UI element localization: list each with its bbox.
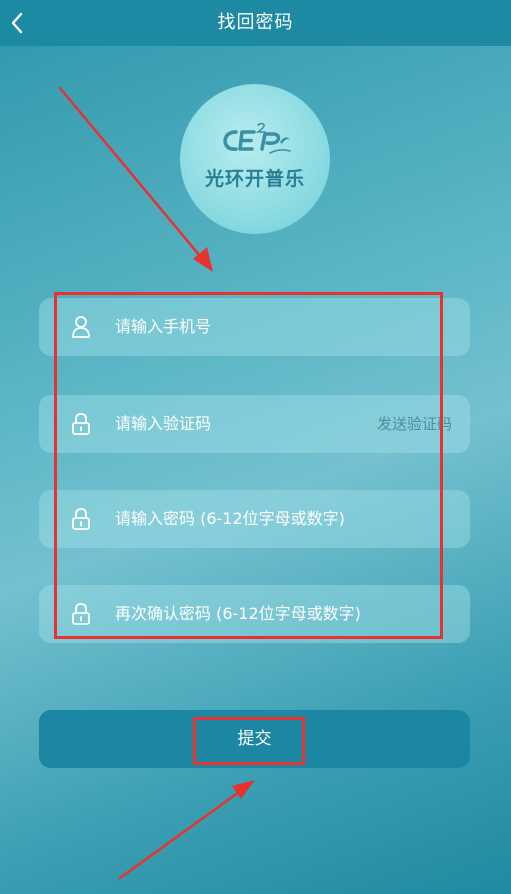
brand-logo: 光环开普乐 (180, 84, 330, 234)
confirm-password-field[interactable]: 再次确认密码 (6-12位字母或数字) (39, 585, 470, 643)
lock-icon (72, 413, 90, 435)
password-input[interactable]: 请输入密码 (6-12位字母或数字) (115, 490, 345, 548)
confirm-password-input[interactable]: 再次确认密码 (6-12位字母或数字) (115, 585, 361, 643)
page-title: 找回密码 (217, 12, 294, 33)
password-field[interactable]: 请输入密码 (6-12位字母或数字) (39, 490, 470, 548)
send-code-button[interactable]: 发送验证码 (377, 395, 452, 453)
code-input[interactable]: 请输入验证码 (115, 395, 211, 453)
phone-input[interactable]: 请输入手机号 (115, 298, 211, 356)
user-icon (72, 316, 90, 338)
lock-icon (72, 508, 90, 530)
lock-icon (72, 603, 90, 625)
top-bar: 找回密码 (0, 0, 511, 46)
arrow-to-submit (118, 780, 255, 880)
code-field[interactable]: 请输入验证码 发送验证码 (39, 395, 470, 453)
cep-logo-mark (223, 122, 291, 154)
phone-field[interactable]: 请输入手机号 (39, 298, 470, 356)
submit-button[interactable]: 提交 (39, 710, 470, 768)
brand-name: 光环开普乐 (204, 168, 305, 190)
